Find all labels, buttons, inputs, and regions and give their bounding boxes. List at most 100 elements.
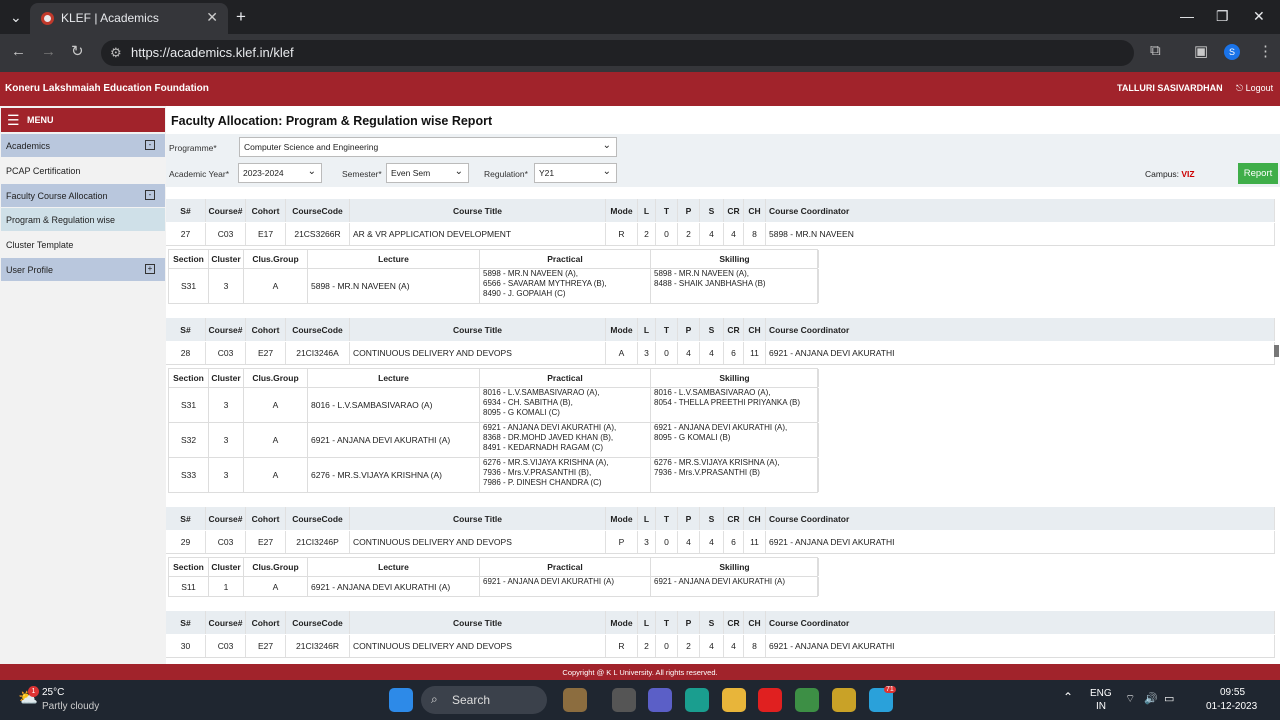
tray-expand-icon[interactable]: ⌃ <box>1063 690 1073 704</box>
address-bar[interactable]: ⚙ https://academics.klef.in/klef <box>101 40 1134 66</box>
group-cell: A <box>244 269 308 303</box>
minimize-icon[interactable]: — <box>1180 8 1194 24</box>
logout-link[interactable]: ⎋ Logout <box>1236 83 1273 94</box>
column-header: CourseCode <box>286 199 350 222</box>
edge-icon[interactable] <box>685 688 709 712</box>
clock-time[interactable]: 09:55 <box>1220 687 1245 698</box>
menu-toggle[interactable]: ☰ MENU <box>1 108 165 132</box>
course-cell: 3 <box>638 531 656 553</box>
widget-icon[interactable] <box>563 688 587 712</box>
scrollbar-thumb[interactable] <box>1274 345 1279 357</box>
telegram-badge: 71 <box>884 686 896 693</box>
taskbar-search[interactable]: ⌕ Search <box>421 686 547 714</box>
regulation-select[interactable]: Y21 ⌄ <box>534 163 617 183</box>
academic-year-label: Academic Year* <box>169 169 230 179</box>
close-window-icon[interactable]: ✕ <box>1253 8 1265 25</box>
url-text: https://academics.klef.in/klef <box>131 45 294 60</box>
weather-badge: 1 <box>28 686 39 697</box>
new-tab-icon[interactable]: + <box>236 7 246 27</box>
side-panel-icon[interactable]: ▣ <box>1194 42 1208 60</box>
section-row[interactable]: S33 3 A 6276 - MR.S.VIJAYA KRISHNA (A) 6276 … <box>168 458 819 493</box>
browser-menu-icon[interactable]: ⋮ <box>1258 42 1273 60</box>
maximize-icon[interactable]: ❐ <box>1216 8 1229 25</box>
section-row[interactable]: S11 1 A 6921 - ANJANA DEVI AKURATHI (A) 6921… <box>168 577 819 597</box>
sidebar-item-pcap[interactable]: PCAP Certification <box>1 159 165 182</box>
profile-avatar[interactable]: S <box>1224 44 1240 60</box>
column-header: CourseCode <box>286 507 350 530</box>
collapse-icon[interactable]: - <box>145 140 155 150</box>
tab-search-icon[interactable]: ⌄ <box>10 9 22 26</box>
extensions-icon[interactable]: ⧉ <box>1150 42 1161 59</box>
section-row[interactable]: S32 3 A 6921 - ANJANA DEVI AKURATHI (A) 6921… <box>168 423 819 458</box>
youtube-icon[interactable] <box>758 688 782 712</box>
faculty-line: 8491 - KEDARNADH RAGAM (C) <box>483 443 604 452</box>
faculty-line: 8016 - L.V.SAMBASIVARAO (A), <box>654 388 771 397</box>
chevron-down-icon: ⌄ <box>602 166 611 177</box>
task-view-icon[interactable] <box>612 688 636 712</box>
volume-icon[interactable]: 🔊 <box>1144 692 1158 705</box>
lecture-cell: 5898 - MR.N NAVEEN (A) <box>308 269 480 303</box>
back-icon[interactable]: ← <box>11 43 26 60</box>
cluster-cell: 3 <box>209 458 244 492</box>
column-header: Mode <box>606 611 638 634</box>
course-cell: 8 <box>744 635 766 657</box>
section-table: Section Cluster Clus.Group Lecture Practical… <box>168 249 819 304</box>
column-header: S# <box>166 199 206 222</box>
app-icon[interactable] <box>832 688 856 712</box>
course-cell: 4 <box>678 342 700 364</box>
column-header: Cluster <box>209 369 244 387</box>
column-header: Cluster <box>209 250 244 268</box>
sidebar-item-user-profile[interactable]: User Profile + <box>1 258 165 281</box>
course-cell: 21CI3246R <box>286 635 350 657</box>
section-row[interactable]: S31 3 A 8016 - L.V.SAMBASIVARAO (A) 8016 - L… <box>168 388 819 423</box>
section-row[interactable]: S31 3 A 5898 - MR.N NAVEEN (A) 5898 - MR.N N… <box>168 269 819 304</box>
clock-date[interactable]: 01-12-2023 <box>1206 701 1257 712</box>
filter-panel: Programme* Computer Science and Engineer… <box>166 134 1280 187</box>
forward-icon[interactable]: → <box>41 43 56 60</box>
course-row[interactable]: 27 C03 E17 21CS3266R AR & VR APPLICATION DEV… <box>166 223 1275 246</box>
start-icon[interactable] <box>389 688 413 712</box>
faculty-line: 6276 - MR.S.VIJAYA KRISHNA (A), <box>483 458 609 467</box>
column-header: Section <box>169 250 209 268</box>
skilling-cell: 6921 - ANJANA DEVI AKURATHI (A), 8095 - G… <box>651 423 819 457</box>
reload-icon[interactable]: ↻ <box>71 42 84 60</box>
column-header: Course Title <box>350 199 606 222</box>
sidebar-item-academics[interactable]: Academics - <box>1 134 165 157</box>
faculty-line: 5898 - MR.N NAVEEN (A), <box>483 269 578 278</box>
chrome-icon[interactable] <box>795 688 819 712</box>
report-button[interactable]: Report <box>1238 163 1278 184</box>
semester-value: Even Sem <box>391 168 431 178</box>
menu-label: MENU <box>27 115 54 125</box>
logout-label: Logout <box>1245 83 1274 93</box>
sidebar-item-cluster-template[interactable]: Cluster Template <box>1 233 165 256</box>
wifi-icon[interactable]: ⌔ <box>1125 692 1135 706</box>
course-cell: R <box>606 223 638 245</box>
collapse-icon[interactable]: - <box>145 190 155 200</box>
sidebar-item-faculty-course-allocation[interactable]: Faculty Course Allocation - <box>1 184 165 207</box>
column-header: Lecture <box>308 558 480 576</box>
column-header: Skilling <box>651 558 819 576</box>
chat-icon[interactable] <box>648 688 672 712</box>
course-cell: 4 <box>724 635 744 657</box>
browser-tab[interactable]: KLEF | Academics ✕ <box>30 3 228 34</box>
language-code[interactable]: ENG <box>1090 688 1112 699</box>
close-tab-icon[interactable]: ✕ <box>206 9 218 26</box>
file-explorer-icon[interactable] <box>722 688 746 712</box>
lecture-cell: 6276 - MR.S.VIJAYA KRISHNA (A) <box>308 458 480 492</box>
course-row[interactable]: 29 C03 E27 21CI3246P CONTINUOUS DELIVERY AND… <box>166 531 1275 554</box>
course-row[interactable]: 28 C03 E27 21CI3246A CONTINUOUS DELIVERY AND… <box>166 342 1275 365</box>
semester-select[interactable]: Even Sem ⌄ <box>386 163 469 183</box>
site-info-icon[interactable]: ⚙ <box>110 45 122 61</box>
column-header: Course Title <box>350 507 606 530</box>
course-cell: 30 <box>166 635 206 657</box>
section-header-row: Section Cluster Clus.Group Lecture Practical… <box>168 557 819 577</box>
course-cell: 2 <box>678 223 700 245</box>
course-row[interactable]: 30 C03 E27 21CI3246R CONTINUOUS DELIVERY AND… <box>166 635 1275 658</box>
battery-icon[interactable]: ▭ <box>1164 692 1174 705</box>
sidebar-item-label: Faculty Course Allocation <box>6 191 108 201</box>
academic-year-select[interactable]: 2023-2024 ⌄ <box>238 163 322 183</box>
column-header: Course Coordinator <box>766 199 1275 222</box>
sidebar-item-program-regulation[interactable]: Program & Regulation wise <box>1 208 165 231</box>
programme-select[interactable]: Computer Science and Engineering ⌄ <box>239 137 617 157</box>
expand-icon[interactable]: + <box>145 264 155 274</box>
